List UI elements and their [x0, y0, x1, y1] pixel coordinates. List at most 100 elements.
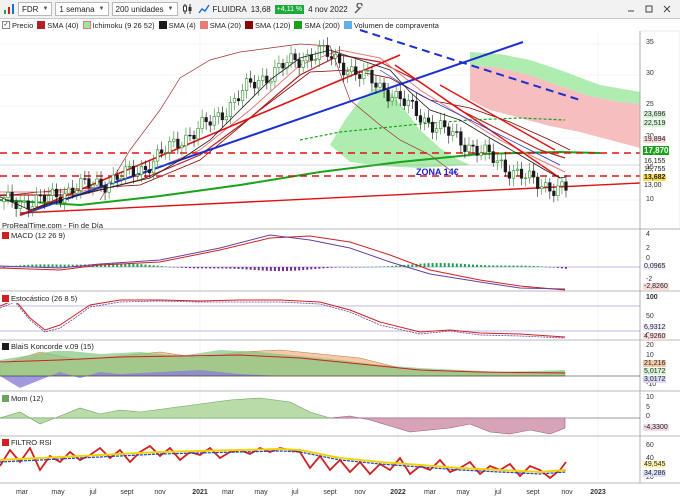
macd-histogram-bar	[51, 264, 54, 267]
macd-histogram-bar	[330, 267, 333, 268]
macd-histogram-bar	[302, 267, 305, 271]
candle	[208, 121, 212, 126]
macd-histogram-bar	[59, 264, 62, 267]
koncorde-panel	[0, 349, 640, 388]
candle	[333, 53, 338, 59]
macd-histogram-bar	[229, 267, 232, 269]
stochastic-title[interactable]: Estocástico (26 8 5)	[2, 294, 78, 303]
macd-histogram-bar	[184, 267, 187, 269]
candle	[196, 128, 200, 140]
candle	[54, 188, 59, 198]
macd-histogram-bar	[500, 265, 503, 267]
macd-histogram-bar	[338, 267, 341, 268]
macd-histogram-bar	[520, 265, 523, 267]
candle	[410, 99, 414, 102]
candle	[26, 200, 30, 210]
macd-histogram-bar	[423, 263, 426, 267]
macd-tick: -2	[646, 276, 653, 283]
candle	[123, 166, 127, 179]
candle	[192, 134, 196, 140]
macd-histogram-bar	[148, 264, 151, 267]
zona-annotation: ZONA 14€	[416, 167, 459, 177]
candle	[34, 194, 38, 208]
price-tag: 19,894	[643, 136, 667, 143]
candle	[297, 59, 301, 68]
rsi-filter-panel	[0, 444, 567, 480]
macd-histogram-bar	[383, 266, 386, 267]
candle	[147, 169, 152, 174]
candle	[168, 141, 172, 153]
macd-histogram-bar	[455, 263, 458, 267]
candle	[390, 97, 394, 102]
macd-histogram-bar	[273, 267, 276, 272]
candle	[244, 78, 249, 91]
macd-histogram-bar	[391, 265, 394, 267]
macd-histogram-bar	[168, 266, 171, 268]
x-axis-label: sept	[120, 489, 134, 496]
macd-histogram-bar	[516, 265, 519, 267]
chart-canvas[interactable]	[0, 0, 680, 499]
macd-panel	[0, 234, 640, 291]
candle	[414, 100, 419, 116]
candle	[362, 70, 366, 79]
macd-histogram-bar	[180, 267, 183, 268]
candle	[160, 149, 164, 153]
candle	[350, 66, 354, 72]
rsi-title[interactable]: FILTRO RSI	[2, 438, 52, 447]
candle	[366, 70, 370, 72]
macd-histogram-bar	[261, 267, 264, 271]
macd-histogram-bar	[346, 267, 349, 268]
macd-histogram-bar	[63, 264, 66, 267]
candle	[507, 171, 511, 179]
color-swatch	[2, 343, 9, 350]
candle	[354, 66, 358, 75]
macd-histogram-bar	[395, 265, 398, 267]
candle	[378, 82, 382, 88]
candle	[232, 98, 237, 103]
candle	[200, 117, 204, 129]
x-axis-label: may	[254, 489, 268, 496]
macd-histogram-bar	[209, 267, 212, 269]
macd-histogram-bar	[524, 265, 527, 267]
macd-histogram-bar	[484, 265, 487, 267]
macd-histogram-bar	[233, 267, 236, 269]
macd-histogram-bar	[245, 267, 248, 270]
candle	[67, 187, 71, 194]
macd-histogram-bar	[188, 267, 191, 269]
candle	[487, 144, 491, 152]
x-axis-year: 2021	[192, 489, 208, 496]
momentum-title[interactable]: Mom (12)	[2, 394, 44, 403]
candle	[564, 181, 568, 191]
x-axis-label: jul	[494, 489, 502, 496]
candle	[374, 82, 378, 88]
candle	[540, 186, 544, 189]
candle	[447, 126, 451, 136]
stochastic-panel	[0, 299, 640, 339]
macd-histogram-bar	[467, 264, 470, 267]
price-tag: 16,155	[644, 158, 666, 165]
price-tag-highlight: 17,870	[643, 146, 670, 155]
koncorde-title[interactable]: BlaiS Koncorde v.09 (15)	[2, 342, 94, 351]
macd-histogram-bar	[193, 267, 196, 269]
macd-histogram-bar	[152, 265, 155, 267]
candle	[261, 75, 265, 81]
macd-histogram-bar	[560, 267, 563, 269]
macd-histogram-bar	[435, 262, 438, 267]
macd-title[interactable]: MACD (12 26 9)	[2, 231, 66, 240]
candle	[495, 160, 499, 163]
candle	[42, 195, 47, 202]
candle	[301, 60, 305, 68]
candle	[439, 120, 443, 129]
x-axis-year: 2023	[590, 489, 606, 496]
x-axis-label: jul	[291, 489, 299, 496]
macd-histogram-bar	[476, 264, 479, 267]
macd-histogram-bar	[532, 265, 535, 267]
macd-histogram-bar	[496, 265, 499, 267]
macd-histogram-bar	[249, 267, 252, 270]
candle	[91, 184, 95, 188]
candle	[6, 191, 10, 198]
macd-tick: 0	[646, 255, 650, 262]
candle	[22, 200, 26, 203]
macd-histogram-bar	[443, 263, 446, 267]
candle	[463, 144, 467, 152]
